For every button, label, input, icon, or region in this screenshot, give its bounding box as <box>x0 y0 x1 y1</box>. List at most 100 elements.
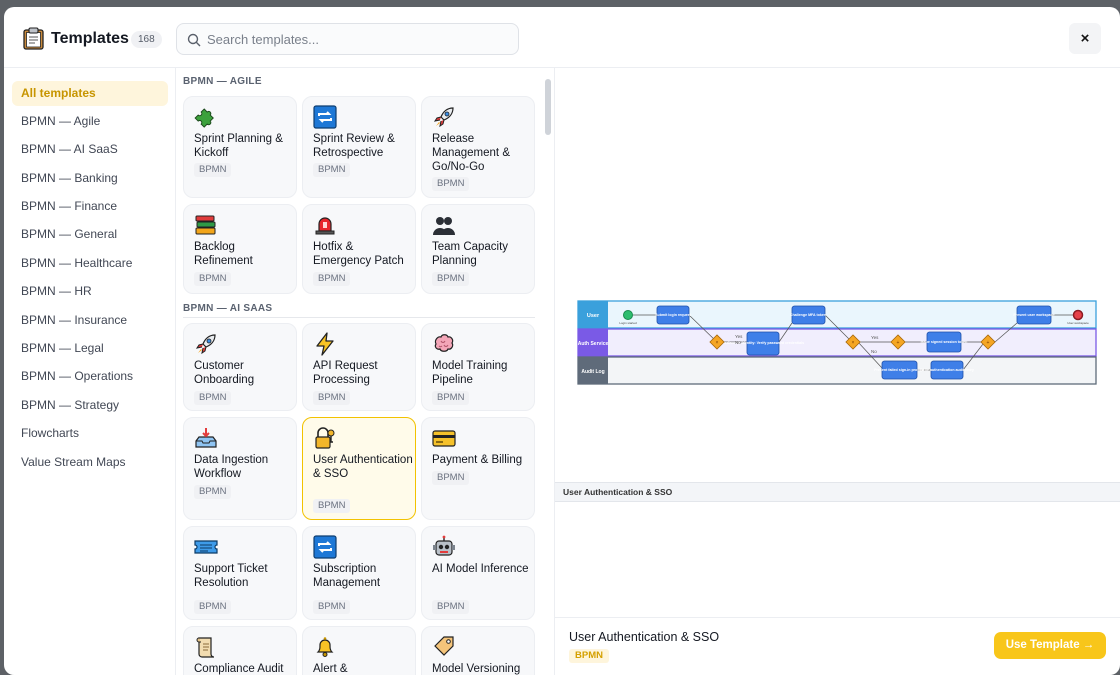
lightning-icon <box>316 332 334 356</box>
inbox-tray-icon <box>195 428 217 448</box>
template-count-badge: 168 <box>131 31 162 48</box>
template-list: BPMN — AGILE Sprint Planning & Kickoff B… <box>176 68 553 675</box>
rocket-icon <box>433 107 454 128</box>
template-card[interactable]: AI Model Inference BPMN <box>421 526 535 620</box>
template-card[interactable]: Model Versioning <box>421 626 535 675</box>
sidebar-item-bpmn-healthcare[interactable]: BPMN — Healthcare <box>12 251 168 276</box>
template-name: API Request Processing <box>313 360 378 386</box>
template-name: Hotfix & Emergency Patch <box>313 241 404 267</box>
template-card[interactable]: Payment & Billing BPMN <box>421 417 535 520</box>
template-card[interactable]: Backlog Refinement BPMN <box>183 204 297 294</box>
puzzle-icon <box>194 108 214 128</box>
template-badge: BPMN <box>313 272 351 286</box>
task-label: Challenge MFA token <box>790 313 826 317</box>
sidebar-item-bpmn-insurance[interactable]: BPMN — Insurance <box>12 308 168 333</box>
edge-label: Yes <box>735 334 743 339</box>
search-icon <box>187 33 201 47</box>
template-badge: BPMN <box>194 485 232 499</box>
template-name: AI Model Inference <box>432 563 529 575</box>
event-label: User workspace <box>1067 321 1089 325</box>
sidebar-item-bpmn-general[interactable]: BPMN — General <box>12 222 168 247</box>
bell-icon <box>316 637 334 657</box>
clipboard-icon <box>23 27 44 50</box>
svg-text:+: + <box>897 340 900 346</box>
sidebar-item-value-stream-maps[interactable]: Value Stream Maps <box>12 450 168 475</box>
rocket-icon <box>195 334 216 355</box>
template-name: Backlog Refinement <box>194 241 253 267</box>
template-card[interactable]: Model Training Pipeline BPMN <box>421 323 535 411</box>
template-card[interactable]: API Request Processing BPMN <box>302 323 416 411</box>
template-badge: BPMN <box>432 600 470 614</box>
template-name: Payment & Billing <box>432 454 523 466</box>
template-badge: BPMN <box>432 471 470 485</box>
sidebar-item-flowcharts[interactable]: Flowcharts <box>12 421 168 446</box>
template-card[interactable]: Compliance Audit <box>183 626 297 675</box>
edge-label: No <box>871 349 877 354</box>
sidebar-item-bpmn-operations[interactable]: BPMN — Operations <box>12 364 168 389</box>
sidebar-item-bpmn-legal[interactable]: BPMN — Legal <box>12 336 168 361</box>
template-card[interactable]: Support Ticket Resolution BPMN <box>183 526 297 620</box>
list-scrollbar[interactable] <box>545 71 551 675</box>
task-label: Present user workspace <box>1013 313 1054 317</box>
template-name: User Authentication & SSO <box>313 454 413 480</box>
task-label: Present failed sign-in prompt <box>874 368 925 372</box>
template-card[interactable]: Release Management & Go/No-Go BPMN <box>421 96 535 198</box>
template-name: Model Training Pipeline <box>432 360 508 386</box>
template-badge: BPMN <box>313 391 351 405</box>
svg-text:+: + <box>987 340 990 346</box>
task-label: Issue signed session token <box>921 340 968 344</box>
template-card[interactable]: Subscription Management BPMN <box>302 526 416 620</box>
template-badge: BPMN <box>194 163 232 177</box>
sidebar-item-bpmn-agile[interactable]: BPMN — Agile <box>12 109 168 134</box>
template-card[interactable]: Team Capacity Planning BPMN <box>421 204 535 294</box>
lock-key-icon <box>315 427 335 449</box>
credit-card-icon <box>432 430 456 447</box>
selected-template-name: User Authentication & SSO <box>569 630 720 644</box>
search-input[interactable] <box>207 24 507 54</box>
template-name: Model Versioning <box>432 663 521 675</box>
category-sidebar: All templates BPMN — Agile BPMN — AI Saa… <box>4 68 176 675</box>
sidebar-item-bpmn-ai-saas[interactable]: BPMN — AI SaaS <box>12 137 168 162</box>
template-preview: User Auth Service Audit Log Login starte… <box>554 68 1120 675</box>
template-card[interactable]: Sprint Review & Retrospective BPMN <box>302 96 416 198</box>
bpmn-diagram-preview: User Auth Service Audit Log Login starte… <box>577 300 1097 385</box>
template-name: Release Management & Go/No-Go <box>432 133 510 173</box>
sidebar-item-bpmn-hr[interactable]: BPMN — HR <box>12 279 168 304</box>
sidebar-item-bpmn-strategy[interactable]: BPMN — Strategy <box>12 393 168 418</box>
template-name: Support Ticket Resolution <box>194 563 268 589</box>
template-card-selected[interactable]: User Authentication & SSO BPMN <box>302 417 416 520</box>
template-card[interactable]: Data Ingestion Workflow BPMN <box>183 417 297 520</box>
scroll-thumb[interactable] <box>545 79 551 135</box>
lane-label: User <box>587 313 600 319</box>
template-badge: BPMN <box>432 272 470 286</box>
template-card[interactable]: Sprint Planning & Kickoff BPMN <box>183 96 297 198</box>
use-template-button[interactable]: Use Template → <box>994 632 1106 659</box>
section-divider <box>183 317 535 318</box>
template-badge: BPMN <box>313 600 351 614</box>
template-name: Data Ingestion Workflow <box>194 454 269 480</box>
sidebar-item-bpmn-finance[interactable]: BPMN — Finance <box>12 194 168 219</box>
template-badge: BPMN <box>432 391 470 405</box>
preview-label: User Authentication & SSO <box>555 482 1120 502</box>
section-title: BPMN — AGILE <box>183 76 262 87</box>
sidebar-item-all-templates[interactable]: All templates <box>12 81 168 106</box>
template-name: Sprint Planning & Kickoff <box>194 133 283 159</box>
preview-footer: User Authentication & SSO BPMN Use Templ… <box>555 617 1120 675</box>
templates-modal: Templates 168 × All templates BPMN — Agi… <box>4 7 1120 675</box>
close-button[interactable]: × <box>1069 23 1101 54</box>
template-name: Compliance Audit <box>194 663 284 675</box>
sidebar-item-bpmn-banking[interactable]: BPMN — Banking <box>12 166 168 191</box>
template-name: Alert & <box>313 663 348 675</box>
section-title: BPMN — AI SAAS <box>183 303 273 314</box>
template-badge: BPMN <box>194 391 232 405</box>
template-card[interactable]: Customer Onboarding BPMN <box>183 323 297 411</box>
template-card[interactable]: Alert & <box>302 626 416 675</box>
edge-label: No <box>735 340 741 345</box>
repeat-icon <box>313 535 337 559</box>
template-card[interactable]: Hotfix & Emergency Patch BPMN <box>302 204 416 294</box>
label-icon <box>434 636 454 656</box>
search-box[interactable] <box>176 23 519 55</box>
modal-title: Templates <box>51 30 129 47</box>
task-label: Submit login request <box>655 313 692 317</box>
books-icon <box>195 215 216 235</box>
